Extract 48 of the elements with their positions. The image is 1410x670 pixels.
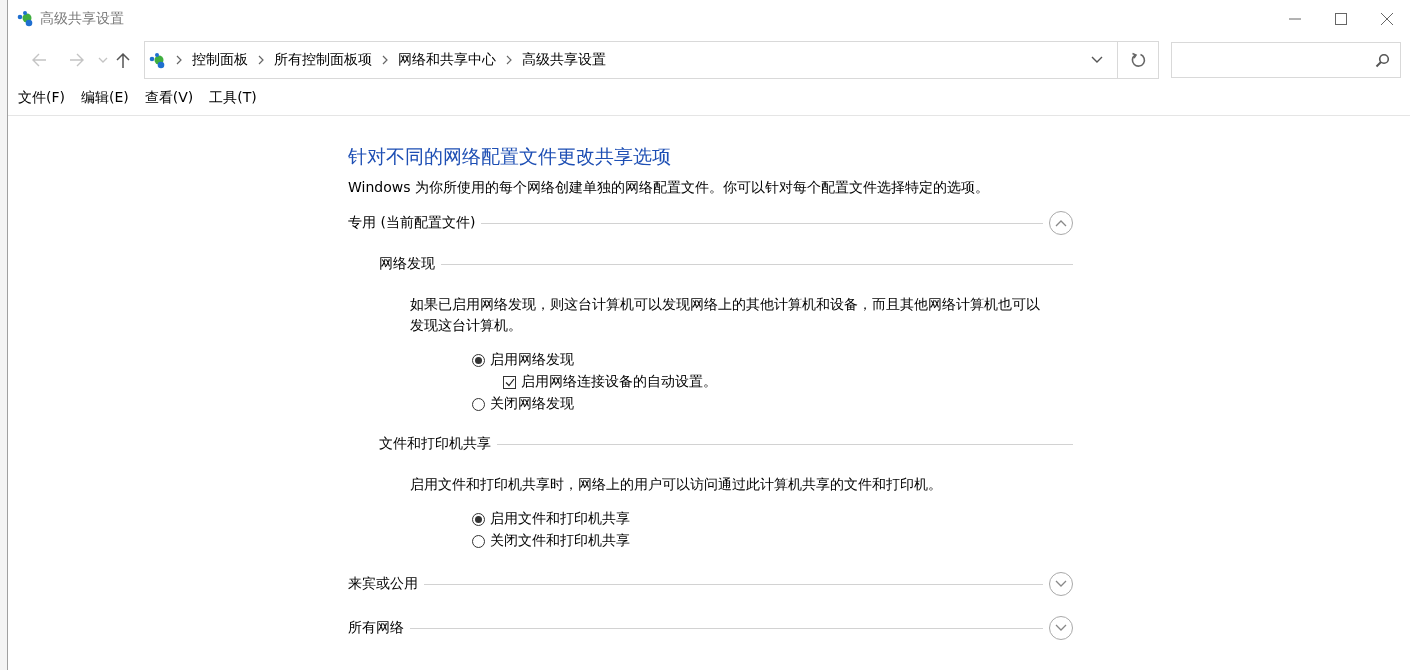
option-label[interactable]: 启用文件和打印机共享 — [490, 510, 630, 528]
radio-button[interactable] — [472, 534, 485, 548]
option-label[interactable]: 关闭文件和打印机共享 — [490, 532, 630, 550]
checkbox[interactable] — [503, 375, 516, 389]
search-field[interactable] — [1171, 42, 1401, 78]
chevron-down-icon — [1055, 624, 1067, 632]
page-heading: 针对不同的网络配置文件更改共享选项 — [348, 144, 672, 169]
search-icon — [1375, 52, 1390, 68]
menu-item[interactable]: 编辑(E) — [75, 89, 135, 107]
network-icon — [17, 10, 34, 27]
section-title: 网络发现 — [379, 255, 435, 273]
option-label[interactable]: 启用网络连接设备的自动设置。 — [521, 373, 717, 391]
chevron-icon — [381, 55, 389, 65]
intro-text: Windows 为你所使用的每个网络创建单独的网络配置文件。你可以针对每个配置文件选择特定的选项。 — [348, 179, 990, 197]
breadcrumb-item[interactable]: 网络和共享中心 — [398, 51, 496, 69]
menu-item[interactable]: 工具(T) — [203, 89, 263, 107]
chevron-icon — [505, 55, 513, 65]
arrow-up-icon — [116, 52, 130, 68]
section-description: 如果已启用网络发现，则这台计算机可以发现网络上的其他计算机和设备，而且其他网络计算机也可以发现这台计算机。 — [409, 295, 1040, 335]
close-icon — [1381, 12, 1393, 25]
section-title: 文件和打印机共享 — [379, 435, 491, 453]
menu-item[interactable]: 查看(V) — [138, 89, 200, 107]
arrow-left-icon — [31, 52, 47, 68]
breadcrumb-item[interactable]: 高级共享设置 — [522, 51, 606, 69]
radio-button[interactable] — [472, 353, 485, 367]
option-label[interactable]: 关闭网络发现 — [490, 395, 574, 413]
profile-title[interactable]: 专用 (当前配置文件) — [348, 214, 476, 232]
chevron-icon — [175, 55, 183, 65]
chevron-icon — [257, 55, 265, 65]
caret-icon — [1091, 56, 1103, 64]
menu-item[interactable]: 文件(F) — [12, 89, 71, 107]
arrow-right-icon — [69, 52, 85, 68]
profile-title[interactable]: 来宾或公用 — [348, 575, 418, 593]
chevron-up-icon — [1055, 219, 1067, 227]
section-description: 启用文件和打印机共享时，网络上的用户可以访问通过此计算机共享的文件和打印机。 — [409, 475, 943, 494]
maximize-icon — [1335, 12, 1347, 25]
radio-button[interactable] — [472, 512, 485, 526]
window-title: 高级共享设置 — [40, 9, 124, 28]
breadcrumb-item[interactable]: 控制面板 — [192, 51, 248, 69]
checkmark-icon — [504, 377, 515, 387]
address-bar[interactable]: 控制面板 所有控制面板项 网络和共享中心 高级共享设置 — [144, 41, 1159, 79]
refresh-icon — [1130, 52, 1146, 68]
radio-button[interactable] — [472, 397, 485, 411]
network-icon — [149, 51, 166, 69]
breadcrumb-item[interactable]: 所有控制面板项 — [274, 51, 372, 69]
option-label[interactable]: 启用网络发现 — [490, 351, 574, 369]
chevron-down-icon — [1055, 580, 1067, 588]
profile-title[interactable]: 所有网络 — [348, 619, 404, 637]
